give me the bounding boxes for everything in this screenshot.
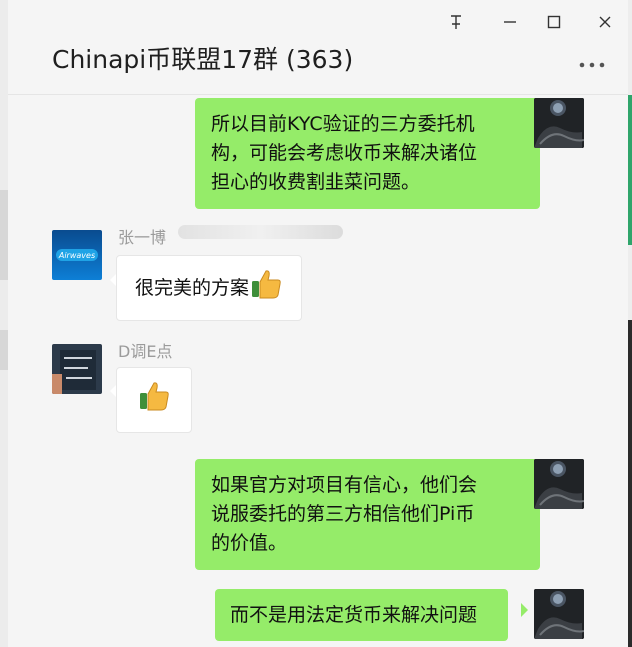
left-panel-highlight bbox=[0, 330, 8, 370]
message-bubble-self[interactable]: 如果官方对项目有信心，他们会 说服委托的第三方相信他们Pi币 的价值。 bbox=[195, 459, 540, 570]
message-text: 很完美的方案 bbox=[135, 276, 250, 299]
avatar-self[interactable] bbox=[534, 98, 584, 148]
avatar-ddiaoedian[interactable] bbox=[52, 344, 102, 394]
message-bubble-other[interactable]: 很完美的方案 bbox=[116, 255, 303, 321]
thumbs-up-emoji bbox=[137, 379, 171, 422]
message-line: 而不是用法定货币来解决问题 bbox=[230, 603, 478, 626]
maximize-icon[interactable] bbox=[540, 8, 568, 36]
chat-title: Chinapi币联盟17群 (363) bbox=[52, 45, 354, 74]
bubble-tail bbox=[521, 603, 528, 617]
sender-name: D调E点 bbox=[118, 342, 173, 361]
message-line: 的价值。 bbox=[211, 532, 288, 554]
chat-message-list[interactable]: 所以目前KYC验证的三方委托机 构，可能会考虑收币来解决诸位 担心的收费割韭菜问… bbox=[8, 95, 628, 647]
avatar-zhangyibo[interactable]: Airwaves bbox=[52, 230, 102, 280]
avatar-self[interactable] bbox=[534, 459, 584, 509]
close-icon[interactable] bbox=[591, 8, 619, 36]
chat-header: Chinapi币联盟17群 (363) bbox=[8, 0, 628, 95]
right-dark-panel bbox=[628, 320, 632, 647]
thumbs-up-emoji bbox=[249, 267, 283, 310]
left-panel-edge bbox=[0, 0, 8, 647]
message-line: 说服委托的第三方相信他们Pi币 bbox=[211, 503, 475, 525]
more-icon[interactable] bbox=[578, 50, 606, 75]
message-line: 所以目前KYC验证的三方委托机 bbox=[211, 113, 475, 135]
blurred-group-nickname bbox=[178, 225, 343, 239]
sender-name: 张一博 bbox=[118, 228, 167, 247]
message-bubble-self[interactable]: 而不是用法定货币来解决问题 bbox=[215, 589, 508, 641]
left-panel-highlight bbox=[0, 190, 8, 280]
bubble-tail bbox=[521, 112, 528, 126]
message-bubble-other[interactable] bbox=[116, 367, 192, 433]
message-bubble-self[interactable]: 所以目前KYC验证的三方委托机 构，可能会考虑收币来解决诸位 担心的收费割韭菜问… bbox=[195, 98, 540, 209]
right-panel-edge bbox=[628, 0, 632, 647]
message-line: 担心的收费割韭菜问题。 bbox=[211, 171, 421, 193]
message-line: 如果官方对项目有信心，他们会 bbox=[211, 474, 478, 496]
bubble-tail bbox=[521, 473, 528, 487]
minimize-icon[interactable] bbox=[496, 8, 524, 36]
message-line: 构，可能会考虑收币来解决诸位 bbox=[211, 142, 478, 164]
avatar-self[interactable] bbox=[534, 589, 584, 639]
pin-icon[interactable] bbox=[442, 8, 470, 36]
svg-text:Airwaves: Airwaves bbox=[58, 251, 95, 260]
right-accent-bar bbox=[628, 95, 632, 245]
